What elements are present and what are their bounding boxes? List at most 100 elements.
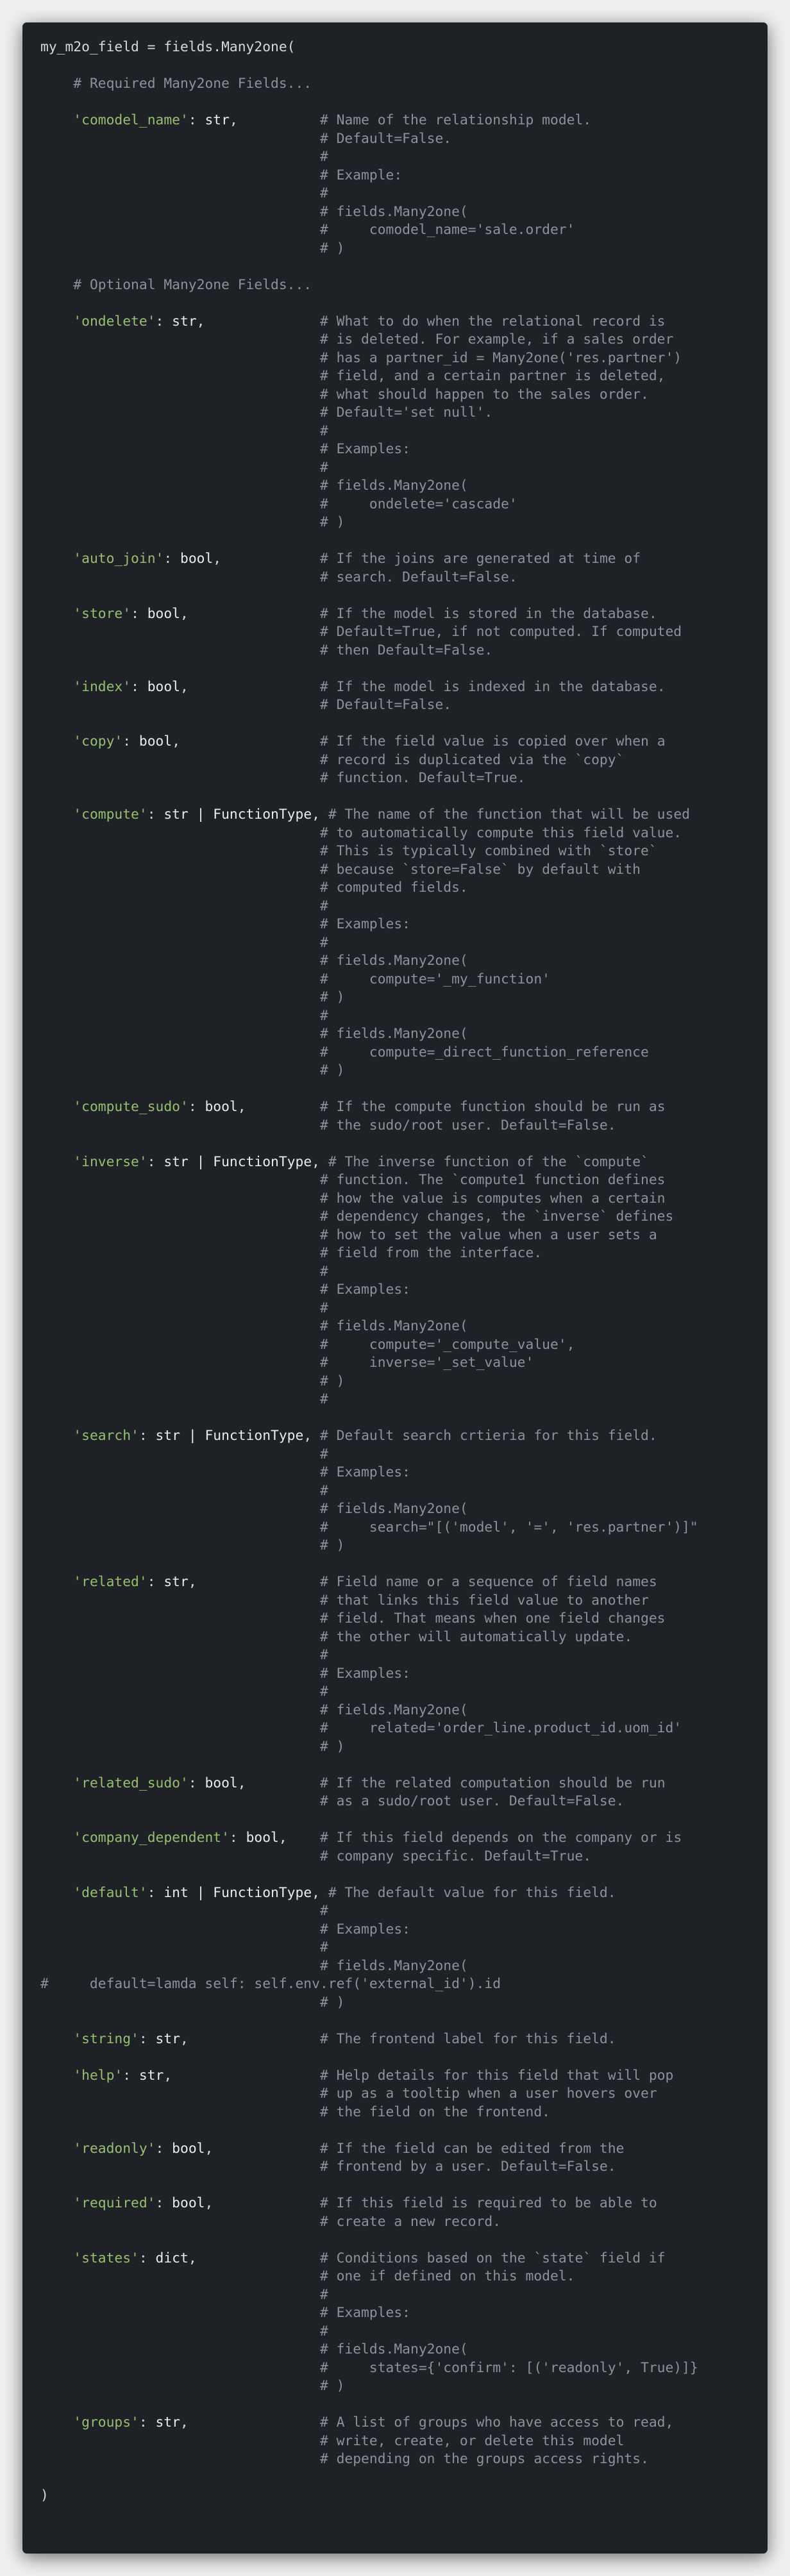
field-comment: # A list of groups who have access to re…	[319, 2414, 674, 2430]
code-header: my_m2o_field = fields.Many2one(	[40, 39, 296, 55]
field-key: 'help'	[73, 2067, 123, 2084]
section-comment: # Required Many2one Fields...	[73, 76, 312, 92]
field-comment: # ondelete='cascade'	[319, 496, 517, 512]
field-comment: # The default value for this field.	[328, 1884, 616, 1901]
field-comment: # )	[319, 1373, 345, 1389]
field-key: 'auto_join'	[73, 551, 164, 567]
field-comment: # fields.Many2one(	[319, 953, 468, 969]
field-comment: #	[319, 1263, 328, 1280]
field-comment: #	[319, 2323, 328, 2339]
field-comment: # how the value is computes when a certa…	[319, 1190, 666, 1207]
field-comment: # fields.Many2one(	[319, 1702, 468, 1718]
field-comment: # Default='set null'.	[319, 405, 493, 421]
code-block: my_m2o_field = fields.Many2one( # Requir…	[22, 22, 768, 2554]
field-comment: # related='order_line.product_id.uom_id'	[319, 1720, 682, 1736]
field-comment: # fields.Many2one(	[319, 203, 468, 220]
field-comment: # the field on the frontend.	[319, 2103, 550, 2120]
field-comment-outdented: # default=lamda self: self.env.ref('exte…	[40, 1976, 501, 1992]
field-type: bool	[172, 2195, 205, 2211]
field-key: 'string'	[73, 2030, 139, 2047]
field-comment: #	[319, 185, 328, 201]
field-comment: # )	[319, 1062, 345, 1078]
field-comment: # If the compute function should be run …	[320, 1099, 666, 1115]
field-comment: # Conditions based on the `state` field …	[319, 2250, 666, 2266]
field-key: 'groups'	[73, 2414, 139, 2430]
field-comment: # Examples:	[319, 916, 410, 932]
field-key: 'readonly'	[73, 2140, 156, 2157]
field-comment: # comodel_name='sale.order'	[319, 222, 575, 238]
field-comment: # to automatically compute this field va…	[319, 824, 682, 841]
field-comment: # that links this field value to another	[319, 1592, 649, 1609]
field-comment: #	[319, 1300, 328, 1316]
field-comment: # )	[319, 989, 345, 1005]
field-type: str	[155, 2030, 180, 2047]
field-comment: # Default=True, if not computed. If comp…	[319, 624, 682, 640]
field-type: str | FunctionType	[155, 1428, 304, 1444]
field-comment: # field. That means when one field chang…	[319, 1610, 666, 1627]
field-comment: # how to set the value when a user sets …	[319, 1226, 657, 1243]
field-key: 'required'	[73, 2195, 156, 2211]
field-type: bool	[139, 733, 172, 749]
field-comment: #	[319, 1007, 328, 1024]
field-comment: # up as a tooltip when a user hovers ove…	[319, 2086, 657, 2102]
field-comment: # Field name or a sequence of field name…	[319, 1574, 657, 1590]
field-comment: # computed fields.	[319, 880, 468, 896]
field-comment: # is deleted. For example, if a sales or…	[319, 331, 674, 347]
field-comment: # record is duplicated via the `copy`	[319, 751, 625, 768]
field-key: 'states'	[73, 2250, 139, 2266]
field-key: 'search'	[73, 1428, 139, 1444]
field-comment: # function. The `compute1 function defin…	[319, 1172, 666, 1188]
field-comment: # fields.Many2one(	[319, 1501, 468, 1517]
field-comment: # one if defined on this model.	[319, 2268, 575, 2284]
field-comment: # If this field depends on the company o…	[320, 1830, 682, 1846]
field-type: str	[205, 112, 230, 128]
field-key: 'inverse'	[73, 1153, 147, 1170]
field-comment: # compute='_my_function'	[319, 971, 550, 987]
field-type: dict	[155, 2250, 189, 2266]
field-comment: # Examples:	[319, 441, 410, 457]
field-comment: # fields.Many2one(	[319, 1957, 468, 1974]
field-comment: # Examples:	[319, 1921, 410, 1937]
field-key: 'store'	[73, 605, 131, 622]
field-comment: #	[319, 1684, 328, 1700]
field-comment: # fields.Many2one(	[319, 478, 468, 494]
field-comment: # as a sudo/root user. Default=False.	[319, 1793, 625, 1809]
field-comment: # depending on the groups access rights.	[319, 2451, 649, 2467]
field-type: str	[139, 2067, 164, 2084]
field-comment: # Examples:	[319, 1282, 410, 1298]
field-comment: # )	[319, 1994, 345, 2011]
field-comment: # the sudo/root user. Default=False.	[319, 1117, 616, 1133]
field-comment: #	[319, 422, 328, 439]
field-type: bool	[246, 1830, 279, 1846]
field-comment: #	[319, 934, 328, 951]
field-comment: # This is typically combined with `store…	[319, 843, 657, 859]
field-comment: # The frontend label for this field.	[319, 2030, 616, 2047]
field-comment: #	[319, 1647, 328, 1663]
field-comment: # Default search crtieria for this field…	[319, 1428, 657, 1444]
field-comment: # If this field is required to be able t…	[319, 2195, 657, 2211]
field-comment: # states={'confirm': [('readonly', True)…	[319, 2359, 698, 2376]
field-key: 'compute_sudo'	[73, 1099, 189, 1115]
field-comment: # company specific. Default=True.	[319, 1848, 592, 1864]
field-key: 'default'	[73, 1884, 147, 1901]
field-comment: # fields.Many2one(	[319, 1026, 468, 1042]
field-key: 'related'	[73, 1574, 147, 1590]
field-comment: # frontend by a user. Default=False.	[319, 2159, 616, 2175]
field-comment: # because `store=False` by default with	[319, 861, 641, 878]
field-comment: #	[319, 1939, 328, 1955]
field-comment: # fields.Many2one(	[319, 2341, 468, 2357]
field-key: 'related_sudo'	[73, 1775, 189, 1791]
field-key: 'ondelete'	[73, 313, 156, 330]
field-type: bool	[205, 1099, 238, 1115]
field-type: str | FunctionType	[164, 807, 312, 823]
code-content: my_m2o_field = fields.Many2one( # Requir…	[40, 39, 698, 2504]
field-comment: # search. Default=False.	[319, 569, 517, 585]
field-type: str	[155, 2414, 180, 2430]
field-comment: # If the field value is copied over when…	[320, 733, 666, 749]
field-comment: # create a new record.	[319, 2213, 501, 2230]
field-comment: # )	[319, 514, 345, 530]
field-comment: # Examples:	[319, 1464, 410, 1480]
field-comment: # If the joins are generated at time of	[320, 551, 641, 567]
field-comment: # field from the interface.	[319, 1245, 542, 1261]
field-comment: # If the related computation should be r…	[320, 1775, 666, 1791]
